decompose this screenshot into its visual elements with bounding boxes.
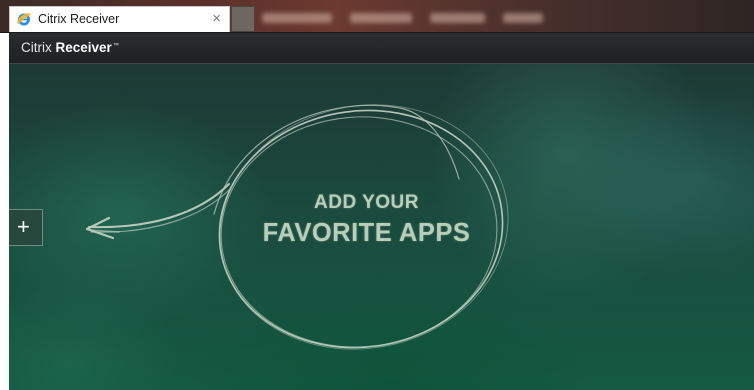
browser-tab-citrix-receiver[interactable]: Citrix Receiver × [9,6,230,32]
ie-icon [17,13,31,26]
blurred-tabs [262,9,722,27]
headline-add-your: ADD YOUR [314,192,419,213]
brand-light-text: Citrix [21,40,52,55]
plus-icon: + [17,214,30,239]
apps-stage: ADD YOUR FAVORITE APPS + [9,64,754,390]
browser-tab-strip: Citrix Receiver × [0,0,754,33]
brand-bold-text: Receiver [55,40,112,55]
close-icon[interactable]: × [212,10,221,27]
add-apps-button[interactable]: + [9,209,43,246]
new-tab-button[interactable] [231,6,255,32]
trademark-mark: ™ [112,42,119,49]
citrix-receiver-logo: Citrix Receiver™ [21,40,119,55]
tab-title: Citrix Receiver [38,12,120,26]
headline-favorite-apps: FAVORITE APPS [262,219,471,247]
app-header: Citrix Receiver™ [9,33,754,64]
